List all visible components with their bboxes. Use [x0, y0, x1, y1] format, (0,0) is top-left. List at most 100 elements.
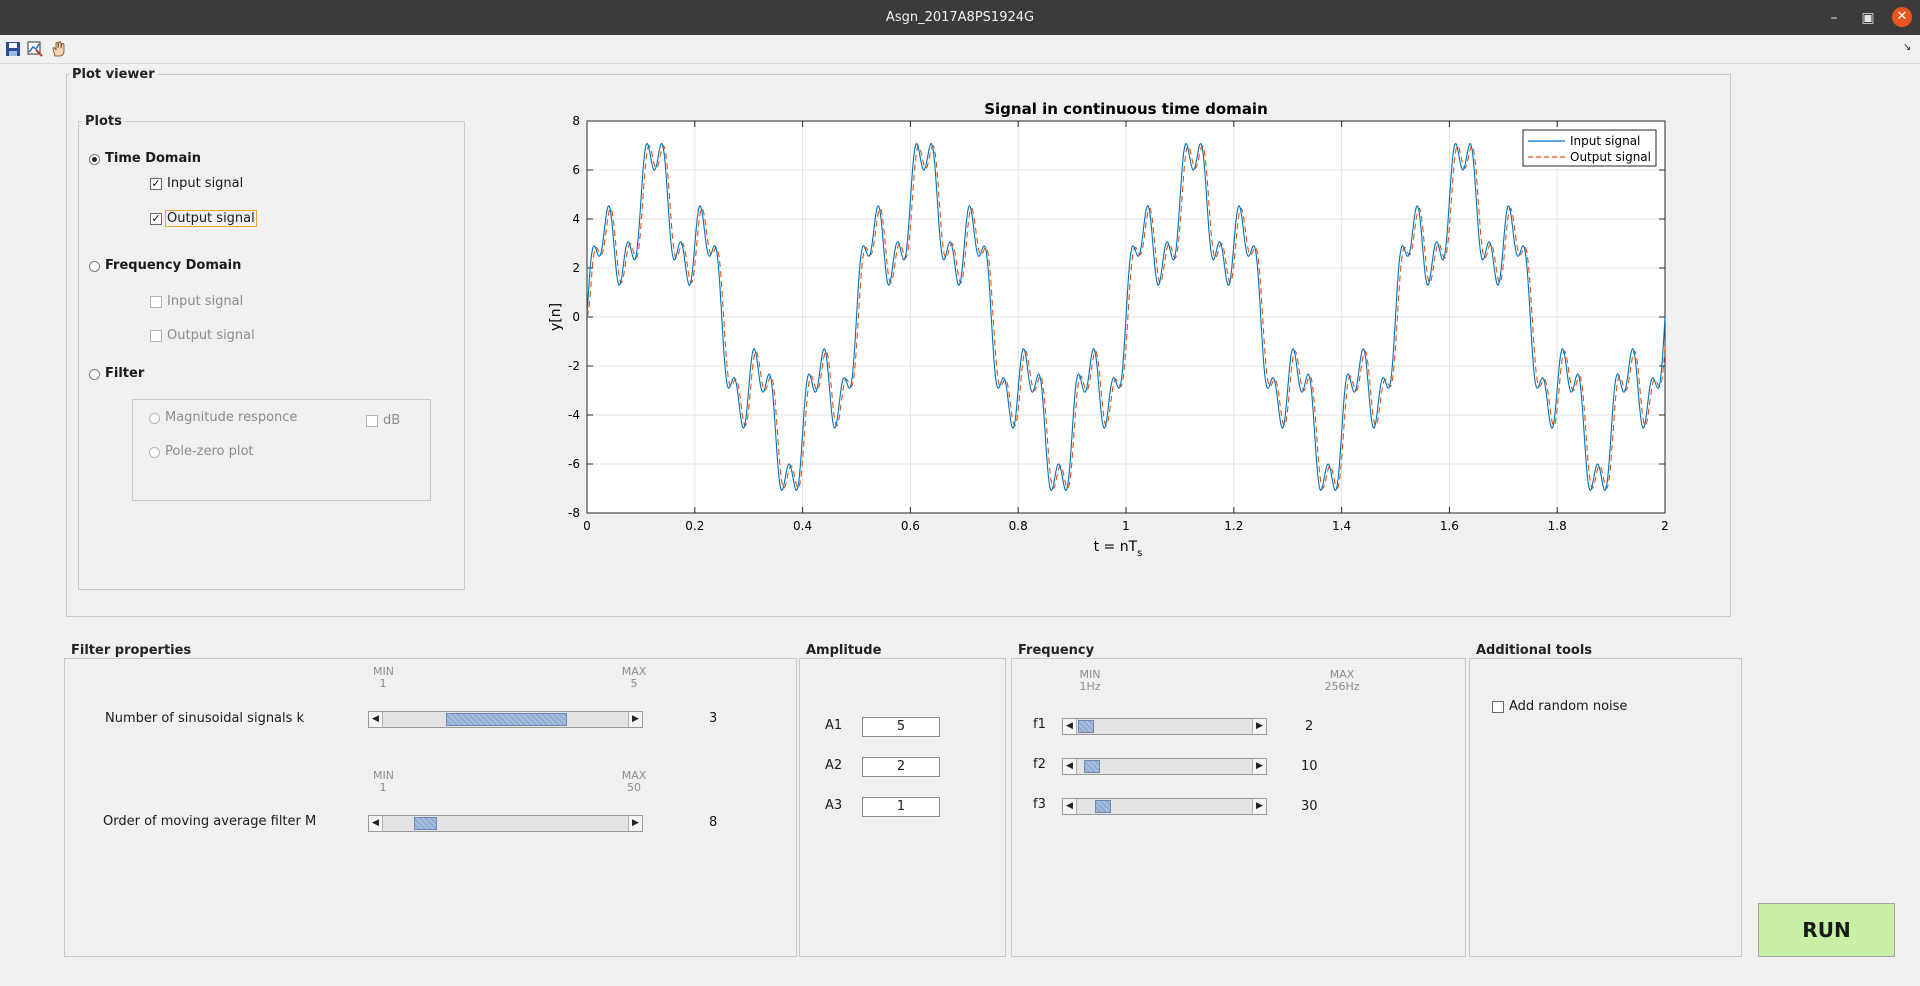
minimize-button[interactable]: –	[1824, 8, 1844, 28]
y-tick-label: 0	[572, 310, 580, 324]
f1-label: f1	[1033, 717, 1046, 732]
f1-slider-left-arrow[interactable]: ◀	[1063, 719, 1077, 734]
f2-slider-right-arrow[interactable]: ▶	[1252, 759, 1266, 774]
filter-label: Filter	[105, 366, 145, 381]
f3-value: 30	[1301, 799, 1318, 814]
close-button[interactable]: ✕	[1892, 7, 1912, 27]
f3-label: f3	[1033, 797, 1046, 812]
a3-input[interactable]: 1	[862, 797, 940, 817]
a3-label: A3	[825, 798, 843, 813]
time-domain-radio[interactable]	[89, 154, 100, 165]
f1-slider-right-arrow[interactable]: ▶	[1252, 719, 1266, 734]
y-tick-label: -4	[568, 408, 580, 422]
m-value: 8	[709, 815, 718, 830]
time-output-checkbox[interactable]: ✓	[150, 213, 162, 225]
y-axis-label: y[n]	[548, 303, 564, 331]
db-checkbox[interactable]	[366, 415, 378, 427]
y-tick-label: 6	[572, 163, 580, 177]
x-tick-label: 0.4	[793, 519, 812, 533]
x-axis-label-main: t = nT	[1094, 539, 1138, 555]
legend-input: Input signal	[1570, 134, 1640, 148]
plot-viewer-title: Plot viewer	[69, 67, 158, 82]
time-output-label: Output signal	[165, 210, 257, 227]
x-tick-label: 1.8	[1548, 519, 1567, 533]
time-input-label: Input signal	[167, 176, 244, 191]
pan-hand-icon[interactable]	[50, 40, 68, 58]
filter-properties-title: Filter properties	[68, 643, 195, 658]
f3-slider-thumb[interactable]	[1095, 800, 1111, 813]
x-tick-label: 0.8	[1009, 519, 1028, 533]
pole-zero-label: Pole-zero plot	[165, 444, 254, 459]
freq-output-label: Output signal	[167, 328, 255, 343]
f2-value: 10	[1301, 759, 1318, 774]
f1-value: 2	[1305, 719, 1314, 734]
time-input-checkbox[interactable]: ✓	[150, 178, 162, 190]
m-slider[interactable]: ◀ ▶	[368, 815, 643, 832]
time-domain-label: Time Domain	[105, 151, 201, 166]
m-label: Order of moving average filter M	[103, 814, 317, 829]
y-tick-label: 8	[572, 114, 580, 128]
a1-label: A1	[825, 718, 843, 733]
x-axis-label: t = nTs	[1094, 539, 1143, 559]
x-tick-label: 0.6	[901, 519, 920, 533]
random-noise-checkbox[interactable]	[1492, 701, 1504, 713]
dock-arrow-icon[interactable]: ↘	[1903, 42, 1911, 53]
toolbar	[0, 35, 1920, 64]
x-tick-label: 1	[1122, 519, 1130, 533]
data-cursor-icon[interactable]	[26, 40, 44, 58]
x-tick-label: 0.2	[685, 519, 704, 533]
k-value: 3	[709, 711, 718, 726]
maximize-button[interactable]: ▣	[1858, 8, 1878, 28]
signal-plot[interactable]: 0 0.2 0.4 0.6 0.8 1 1.2 1.4 1.6 1.8 2 8 6 4 2 0 -2 -4 -6 -8…	[540, 100, 1680, 570]
x-tick-label: 1.4	[1332, 519, 1351, 533]
db-label: dB	[383, 413, 401, 428]
f3-slider-left-arrow[interactable]: ◀	[1063, 799, 1077, 814]
x-tick-label: 2	[1661, 519, 1669, 533]
k-slider[interactable]: ◀ ▶	[368, 711, 643, 728]
f2-slider[interactable]: ◀ ▶	[1062, 758, 1267, 775]
f1-slider[interactable]: ◀ ▶	[1062, 718, 1267, 735]
save-icon[interactable]	[4, 40, 22, 58]
additional-tools-title: Additional tools	[1473, 643, 1596, 658]
y-tick-label: -2	[568, 359, 580, 373]
freq-max-value: 256Hz	[1324, 680, 1360, 693]
x-tick-label: 1.2	[1224, 519, 1243, 533]
f1-slider-thumb[interactable]	[1078, 720, 1094, 733]
freq-input-checkbox[interactable]	[150, 296, 162, 308]
k-min-value: 1	[379, 677, 387, 690]
k-slider-left-arrow[interactable]: ◀	[369, 712, 383, 727]
y-tick-label: 2	[572, 261, 580, 275]
run-button[interactable]: RUN	[1758, 903, 1895, 957]
f3-slider[interactable]: ◀ ▶	[1062, 798, 1267, 815]
random-noise-label: Add random noise	[1509, 699, 1628, 714]
f3-slider-right-arrow[interactable]: ▶	[1252, 799, 1266, 814]
f2-slider-left-arrow[interactable]: ◀	[1063, 759, 1077, 774]
k-max-value: 5	[630, 677, 638, 690]
k-slider-thumb[interactable]	[446, 713, 567, 726]
a1-input[interactable]: 5	[862, 717, 940, 737]
x-tick-label: 1.6	[1440, 519, 1459, 533]
y-tick-label: -8	[568, 506, 580, 520]
m-slider-left-arrow[interactable]: ◀	[369, 816, 383, 831]
f2-label: f2	[1033, 757, 1046, 772]
frequency-domain-radio[interactable]	[89, 261, 100, 272]
window-title: Asgn_2017A8PS1924G	[885, 10, 1035, 25]
f2-slider-thumb[interactable]	[1084, 760, 1100, 773]
magnitude-radio[interactable]	[149, 413, 160, 424]
pole-zero-radio[interactable]	[149, 447, 160, 458]
a2-input[interactable]: 2	[862, 757, 940, 777]
freq-output-checkbox[interactable]	[150, 330, 162, 342]
a2-label: A2	[825, 758, 843, 773]
freq-input-label: Input signal	[167, 294, 244, 309]
x-tick-label: 0	[583, 519, 591, 533]
frequency-title: Frequency	[1015, 643, 1098, 658]
filter-radio[interactable]	[89, 369, 100, 380]
m-slider-right-arrow[interactable]: ▶	[628, 816, 642, 831]
k-slider-right-arrow[interactable]: ▶	[628, 712, 642, 727]
m-slider-thumb[interactable]	[414, 817, 437, 830]
y-tick-label: 4	[572, 212, 580, 226]
k-label: Number of sinusoidal signals k	[105, 711, 305, 726]
y-tick-label: -6	[568, 457, 580, 471]
plots-panel-title: Plots	[82, 114, 125, 129]
plots-panel	[78, 121, 465, 590]
